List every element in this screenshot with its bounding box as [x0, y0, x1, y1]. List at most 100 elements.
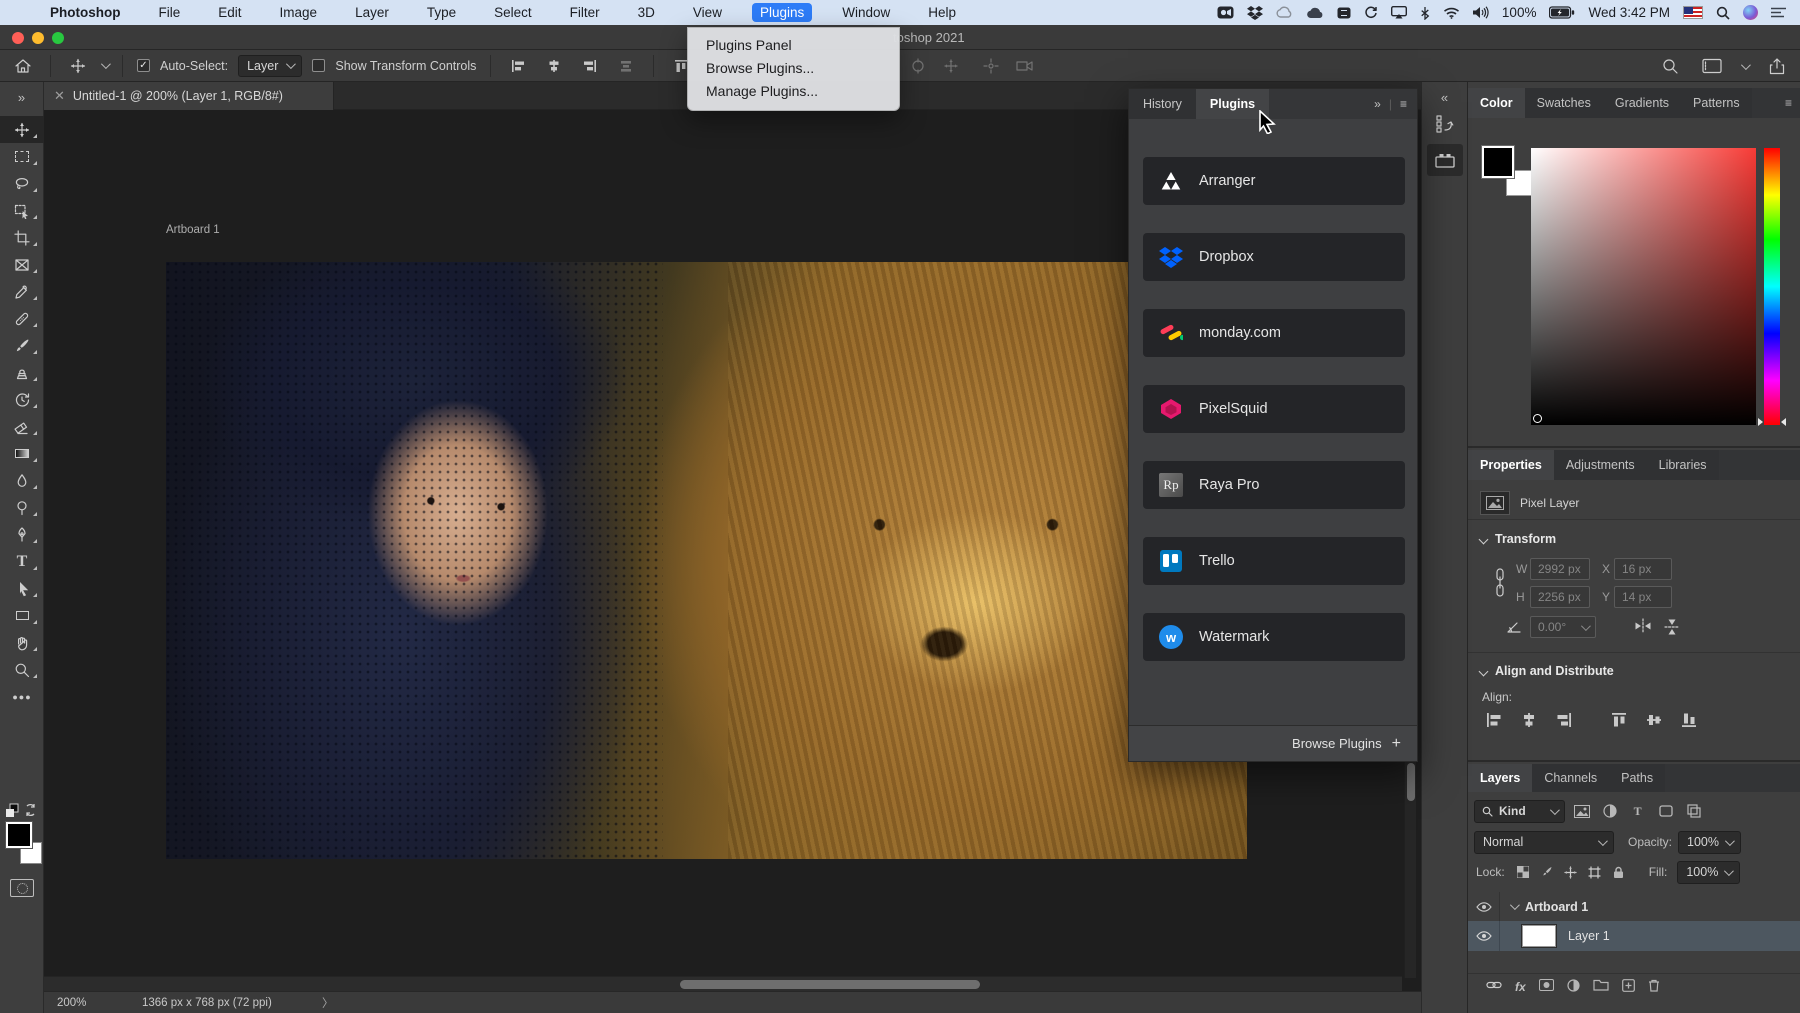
opacity-dropdown[interactable]: 100% [1678, 830, 1741, 854]
menu-layer[interactable]: Layer [347, 3, 397, 22]
menu-clock[interactable]: Wed 3:42 PM [1588, 5, 1670, 20]
filter-shape-layers-icon[interactable] [1655, 801, 1677, 821]
tool-marquee[interactable] [0, 143, 44, 170]
color-field-marker[interactable] [1533, 414, 1542, 423]
layer-row[interactable]: Layer 1 [1468, 921, 1800, 951]
wifi-icon[interactable] [1443, 7, 1460, 19]
tool-dodge[interactable] [0, 494, 44, 521]
dolly-3d-icon[interactable] [978, 54, 1004, 78]
tool-move[interactable] [0, 116, 44, 143]
bluetooth-icon[interactable] [1420, 6, 1430, 20]
tool-blur[interactable] [0, 467, 44, 494]
plugin-item-arranger[interactable]: Arranger [1143, 157, 1405, 205]
creative-cloud-icon[interactable] [1276, 6, 1293, 19]
plugin-item-dropbox[interactable]: Dropbox [1143, 233, 1405, 281]
lock-position-icon[interactable] [1561, 863, 1581, 881]
menu-filter[interactable]: Filter [562, 3, 608, 22]
menu-image[interactable]: Image [272, 3, 326, 22]
delete-layer-icon[interactable] [1648, 979, 1660, 995]
hue-slider[interactable] [1764, 148, 1780, 425]
screen-record-icon[interactable] [1217, 6, 1234, 19]
collapsed-history-panel-button[interactable] [1427, 108, 1463, 140]
tool-history-brush[interactable] [0, 386, 44, 413]
align-section-header[interactable]: Align and Distribute [1478, 664, 1614, 678]
foreground-background-swatches[interactable] [5, 821, 42, 864]
link-layers-icon[interactable] [1486, 979, 1502, 994]
menu-item-manage-plugins[interactable]: Manage Plugins... [688, 80, 899, 103]
tool-eyedropper[interactable] [0, 278, 44, 305]
document-tab[interactable]: ✕ Untitled-1 @ 200% (Layer 1, RGB/8#) [44, 82, 334, 110]
tab-paths[interactable]: Paths [1609, 764, 1666, 792]
plugin-item-watermark[interactable]: w Watermark [1143, 613, 1405, 661]
artboard-row[interactable]: Artboard 1 [1468, 892, 1800, 921]
angle-field[interactable]: 0.00° [1530, 616, 1596, 638]
move-tool-preset-icon[interactable] [65, 54, 91, 78]
tool-crop[interactable] [0, 224, 44, 251]
minimize-window-button[interactable] [32, 32, 44, 44]
siri-icon[interactable] [1743, 5, 1758, 20]
panel-menu-icon[interactable]: ≡ [1785, 88, 1800, 118]
status-chevron-icon[interactable]: 〉 [322, 995, 334, 1011]
width-field[interactable]: 2992 px [1530, 558, 1590, 580]
expand-group-chevron-icon[interactable] [1509, 900, 1520, 911]
height-field[interactable]: 2256 px [1530, 586, 1590, 608]
distribute-horizontal-icon[interactable] [613, 54, 639, 78]
close-tab-icon[interactable]: ✕ [54, 88, 65, 104]
dropbox-icon[interactable] [1246, 5, 1263, 20]
artboard-label[interactable]: Artboard 1 [166, 224, 220, 236]
tab-channels[interactable]: Channels [1532, 764, 1610, 792]
menu-3d[interactable]: 3D [630, 3, 663, 22]
hue-slider-marker[interactable] [1781, 418, 1786, 426]
tab-properties[interactable]: Properties [1468, 450, 1554, 480]
lock-all-icon[interactable] [1609, 863, 1629, 881]
workspace-chevron-icon[interactable] [1740, 59, 1751, 70]
collapsed-plugins-panel-button[interactable] [1427, 144, 1463, 176]
flip-vertical-icon[interactable] [1664, 618, 1680, 636]
plugin-item-pixelsquid[interactable]: PixelSquid [1143, 385, 1405, 433]
collapse-chevron-icon[interactable] [1478, 534, 1489, 544]
expand-panels-icon[interactable]: « [1422, 90, 1467, 105]
y-field[interactable]: 14 px [1614, 586, 1672, 608]
home-icon[interactable] [10, 54, 36, 78]
menu-select[interactable]: Select [486, 3, 540, 22]
workspace-switcher-icon[interactable] [1699, 54, 1725, 78]
tool-rectangle[interactable] [0, 602, 44, 629]
align-right-edges-icon[interactable] [1556, 712, 1572, 731]
tab-history[interactable]: History [1129, 89, 1196, 119]
filter-type-layers-icon[interactable]: T [1627, 801, 1649, 821]
menu-edit[interactable]: Edit [210, 3, 249, 22]
menu-plugins[interactable]: Plugins [751, 3, 813, 22]
share-icon[interactable] [1764, 54, 1790, 78]
blend-mode-dropdown[interactable]: Normal [1474, 830, 1614, 854]
airplay-icon[interactable] [1390, 6, 1407, 19]
new-layer-icon[interactable] [1621, 978, 1635, 995]
filter-adjustment-layers-icon[interactable] [1599, 801, 1621, 821]
horizontal-scrollbar[interactable] [44, 976, 1402, 991]
align-top-edges-icon[interactable] [1611, 712, 1627, 731]
align-bottom-edges-icon[interactable] [1681, 712, 1697, 731]
layer-effects-icon[interactable]: fx [1515, 980, 1526, 994]
auto-select-checkbox[interactable]: ✓ [137, 59, 150, 72]
collapse-panel-icon[interactable]: » [1374, 97, 1381, 111]
foreground-color-swatch[interactable] [1481, 145, 1515, 179]
layer-mask-icon[interactable] [1538, 979, 1554, 994]
tab-adjustments[interactable]: Adjustments [1553, 450, 1647, 480]
zoom-level-field[interactable]: 200% [57, 997, 86, 1009]
lock-transparency-icon[interactable] [1513, 863, 1533, 881]
sync-icon[interactable] [1364, 6, 1378, 20]
link-dimensions-icon[interactable] [1494, 568, 1506, 601]
menu-type[interactable]: Type [419, 3, 464, 22]
panel-menu-icon[interactable]: ≡ [1400, 97, 1407, 111]
tool-zoom[interactable] [0, 656, 44, 683]
filter-smart-objects-icon[interactable] [1683, 801, 1705, 821]
horizontal-scrollbar-thumb[interactable] [680, 980, 980, 989]
vertical-scrollbar-thumb[interactable] [1407, 763, 1415, 801]
filter-pixel-layers-icon[interactable] [1571, 801, 1593, 821]
tool-clone-stamp[interactable] [0, 359, 44, 386]
keyboard-flag-icon[interactable] [1683, 6, 1703, 19]
align-vertical-centers-icon[interactable] [1646, 712, 1662, 731]
lock-artboard-icon[interactable] [1585, 863, 1605, 881]
align-left-edges-icon[interactable] [505, 54, 531, 78]
control-center-icon[interactable] [1771, 7, 1786, 18]
tab-color[interactable]: Color [1468, 88, 1525, 118]
